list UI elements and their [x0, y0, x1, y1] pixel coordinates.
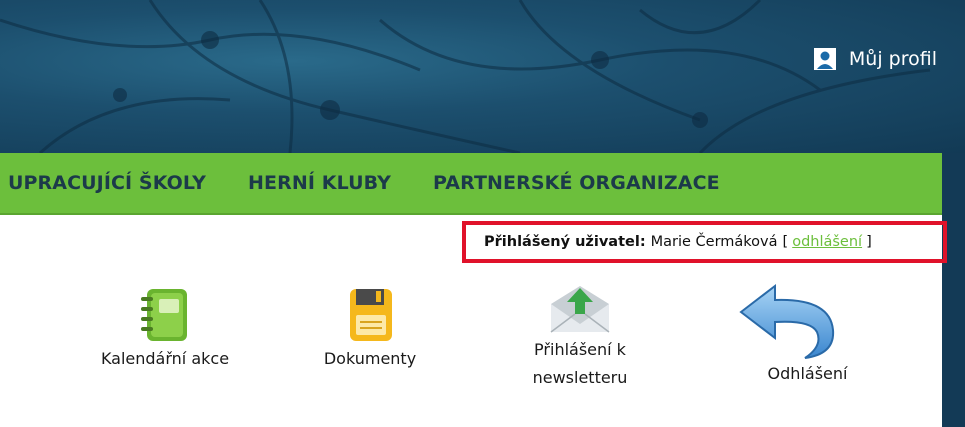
back-arrow-icon: [739, 283, 835, 359]
logged-in-user-name: Marie Čermáková: [650, 234, 778, 250]
tile-logout[interactable]: Odhlášení: [739, 280, 870, 388]
tile-newsletter-signup-label-line2: newsletteru: [532, 368, 628, 387]
logged-in-user-label: Přihlášený uživatel:: [484, 234, 646, 250]
envelope-upload-icon: [550, 286, 610, 333]
my-profile-link[interactable]: Můj profil: [813, 48, 937, 70]
logout-link[interactable]: odhlášení: [792, 234, 862, 250]
tile-newsletter-signup-label-line1: Přihlášení k: [534, 340, 626, 359]
nav-item-schools[interactable]: UPRACUJÍCÍ ŠKOLY: [8, 172, 206, 194]
tile-logout-label: Odhlášení: [767, 364, 848, 383]
page-edge-strip: [942, 153, 965, 427]
nav-item-game-clubs[interactable]: HERNÍ KLUBY: [248, 172, 391, 194]
logged-in-user-status: Přihlášený uživatel: Marie Čermáková [ o…: [462, 221, 947, 263]
header-texture: [0, 0, 931, 153]
user-icon: [813, 48, 836, 70]
tile-newsletter-signup[interactable]: Přihlášení k newsletteru: [510, 280, 650, 392]
tile-calendar-events-label: Kalendářní akce: [100, 349, 230, 368]
main-nav: UPRACUJÍCÍ ŠKOLY HERNÍ KLUBY PARTNERSKÉ …: [0, 153, 942, 215]
tile-documents[interactable]: Dokumenty: [305, 285, 435, 373]
tile-documents-label: Dokumenty: [323, 349, 417, 368]
floppy-disk-icon: [350, 289, 392, 341]
site-header: Můj profil: [0, 0, 965, 153]
my-profile-label: Můj profil: [848, 48, 937, 70]
calendar-notebook-icon: [141, 289, 187, 341]
open-bracket: [: [782, 234, 789, 250]
nav-item-partner-organizations[interactable]: PARTNERSKÉ ORGANIZACE: [433, 172, 720, 194]
tile-calendar-events[interactable]: Kalendářní akce: [75, 285, 255, 373]
close-bracket: ]: [866, 234, 872, 250]
